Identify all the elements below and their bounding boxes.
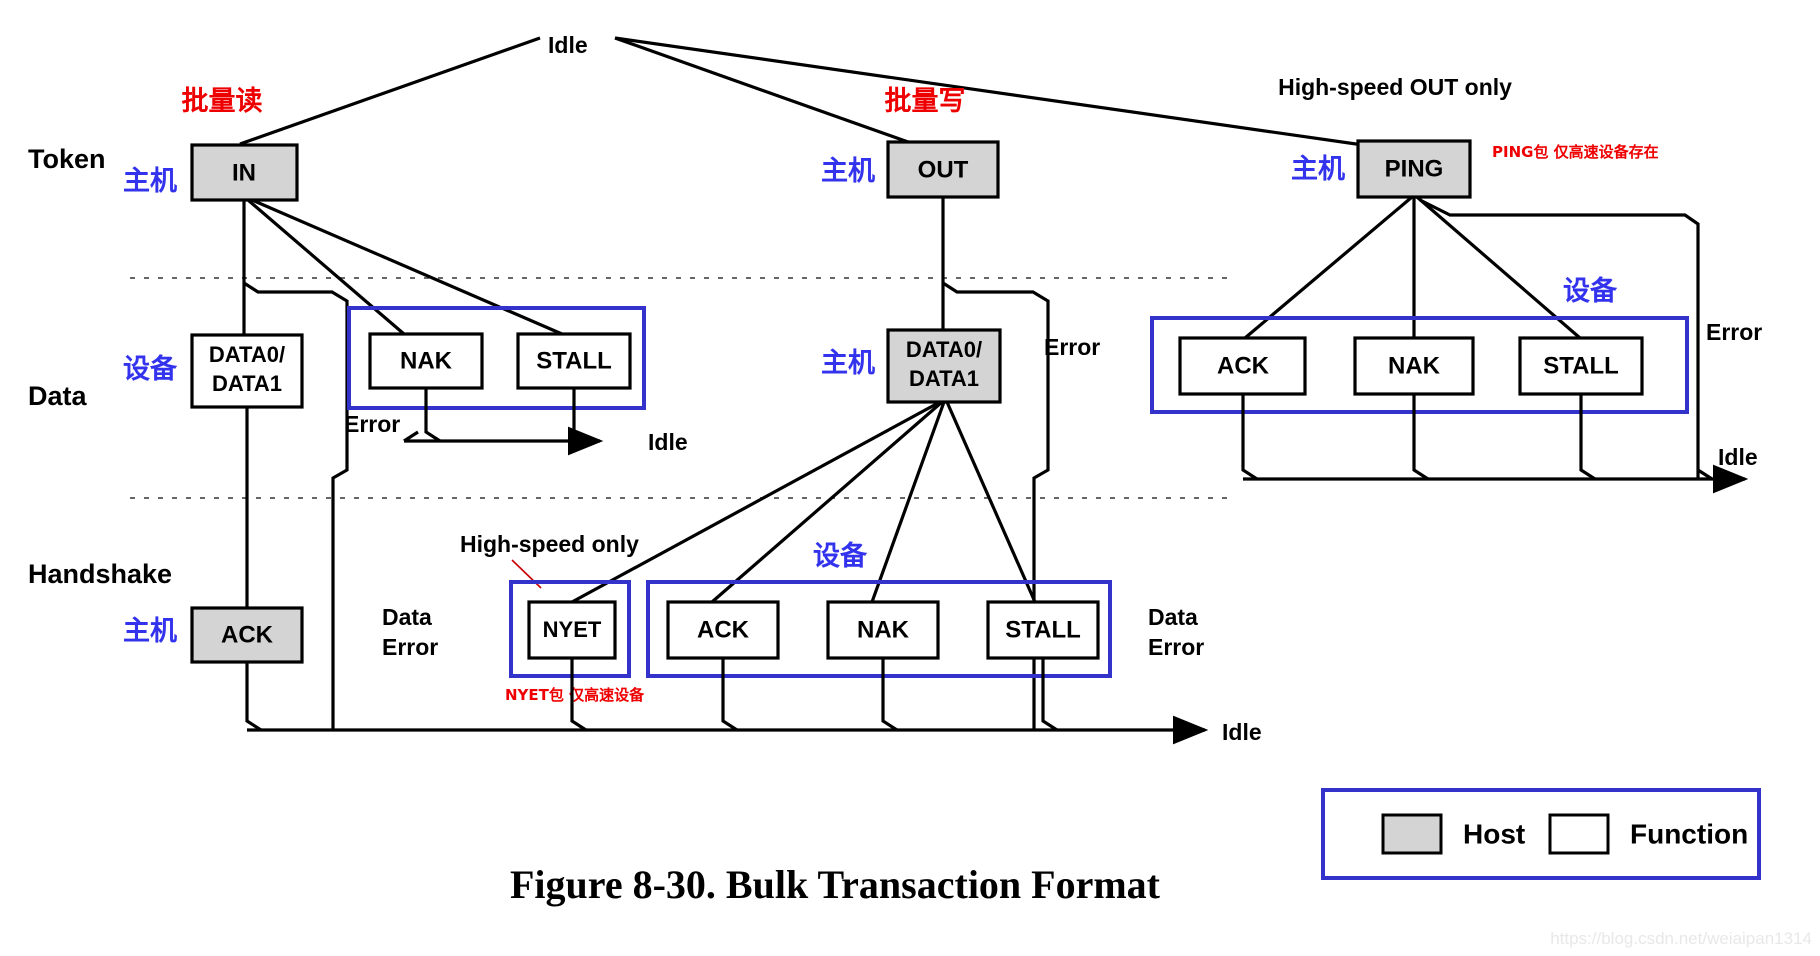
out-data-role-cn: 主机 xyxy=(821,348,875,379)
watermark: https://blog.csdn.net/weiaipan1314 xyxy=(1550,929,1812,948)
wire-out-nak-down xyxy=(881,658,898,732)
wire-in-to-nak xyxy=(246,198,406,336)
out-data-error-line2: Error xyxy=(1148,634,1204,660)
node-token-ping-label: PING xyxy=(1385,155,1444,182)
bulk-write-label-cn: 批量写 xyxy=(885,86,966,117)
wire-idle-to-out xyxy=(614,36,926,150)
legend-swatch-host xyxy=(1381,813,1443,855)
wire-out-ack-down xyxy=(721,658,738,732)
out-data-error-line1: Data xyxy=(1148,604,1198,630)
wire-idle-to-ping xyxy=(614,36,1371,148)
idle-label-right: Idle xyxy=(1718,444,1758,470)
wire-ping-stall-down xyxy=(1579,394,1596,481)
branch-ping: High-speed OUT only 主机 PING PING包 仅高速设备存… xyxy=(1150,74,1762,494)
node-out-ack-label: ACK xyxy=(697,616,750,643)
wire-data-to-stall-out xyxy=(945,401,1037,603)
nyet-note-cn: NYET包 仅高速设备 xyxy=(505,686,645,704)
in-error-label: Error xyxy=(344,411,400,437)
node-ping-stall-label: STALL xyxy=(1543,352,1619,379)
high-speed-only-label: High-speed only xyxy=(460,531,639,557)
in-data-error-line2: Error xyxy=(382,634,438,660)
wire-out-stall-down xyxy=(1041,658,1058,732)
wire-data-to-nyet xyxy=(571,400,941,604)
node-in-nak-label: NAK xyxy=(400,347,453,374)
node-data-in-data01-line2: DATA1 xyxy=(212,371,282,396)
node-ping-nak-label: NAK xyxy=(1388,352,1441,379)
ping-error-label: Error xyxy=(1706,319,1762,345)
wire-ping-ack-down xyxy=(1241,394,1258,481)
figure-caption: Figure 8-30. Bulk Transaction Format xyxy=(510,862,1161,907)
idle-label-top: Idle xyxy=(548,32,588,58)
node-data-in-data01-line1: DATA0/ xyxy=(209,342,285,367)
node-in-stall-label: STALL xyxy=(536,347,612,374)
top-idle-fanout: Idle xyxy=(239,32,1371,150)
node-out-stall-label: STALL xyxy=(1005,616,1081,643)
in-role-cn: 主机 xyxy=(123,166,177,197)
row-label-handshake: Handshake xyxy=(28,559,172,589)
ping-role-cn: 主机 xyxy=(1291,154,1345,185)
wire-ping-nak-down xyxy=(1412,394,1429,481)
row-label-token: Token xyxy=(28,144,106,174)
bulk-read-label-cn: 批量读 xyxy=(182,86,263,117)
wire-stall-down-in xyxy=(572,388,589,443)
ping-group-owner-cn: 设备 xyxy=(1563,276,1618,307)
legend: Host Function xyxy=(1321,788,1761,880)
in-data-role-cn: 设备 xyxy=(123,354,178,385)
node-handshake-in-ack-label: ACK xyxy=(221,621,274,648)
in-ack-role-cn: 主机 xyxy=(123,616,177,647)
row-label-data: Data xyxy=(28,381,88,411)
node-data-out-data01-line1: DATA0/ xyxy=(906,337,982,362)
idle-label-left-mid: Idle xyxy=(648,429,688,455)
wire-ack-down-in xyxy=(245,662,262,732)
ping-title-label: High-speed OUT only xyxy=(1278,74,1512,100)
legend-label-function: Function xyxy=(1630,818,1748,849)
node-ping-ack-label: ACK xyxy=(1217,352,1270,379)
in-data-error-line1: Data xyxy=(382,604,432,630)
node-token-out-label: OUT xyxy=(918,156,969,183)
node-out-nak-label: NAK xyxy=(857,616,910,643)
idle-label-bottom-left: Idle xyxy=(1222,719,1262,745)
legend-label-host: Host xyxy=(1463,818,1525,849)
node-token-in-label: IN xyxy=(232,159,256,186)
wire-nak-down-in xyxy=(424,388,441,443)
node-handshake-nyet-label: NYET xyxy=(543,617,602,642)
wire-in-to-stall xyxy=(251,198,563,336)
ping-note-cn: PING包 仅高速设备存在 xyxy=(1492,143,1659,161)
wire-idle-to-in xyxy=(239,36,541,146)
bottom-idle-bar: Idle xyxy=(247,715,1262,745)
out-role-cn: 主机 xyxy=(821,156,875,187)
node-data-out-data01-line2: DATA1 xyxy=(909,366,979,391)
out-handshake-owner-cn: 设备 xyxy=(813,541,868,572)
bulk-transaction-diagram: Token Data Handshake Idle 批量读 主机 IN 设备 D… xyxy=(28,32,1812,948)
out-error-label: Error xyxy=(1044,334,1100,360)
legend-swatch-function xyxy=(1548,813,1610,855)
